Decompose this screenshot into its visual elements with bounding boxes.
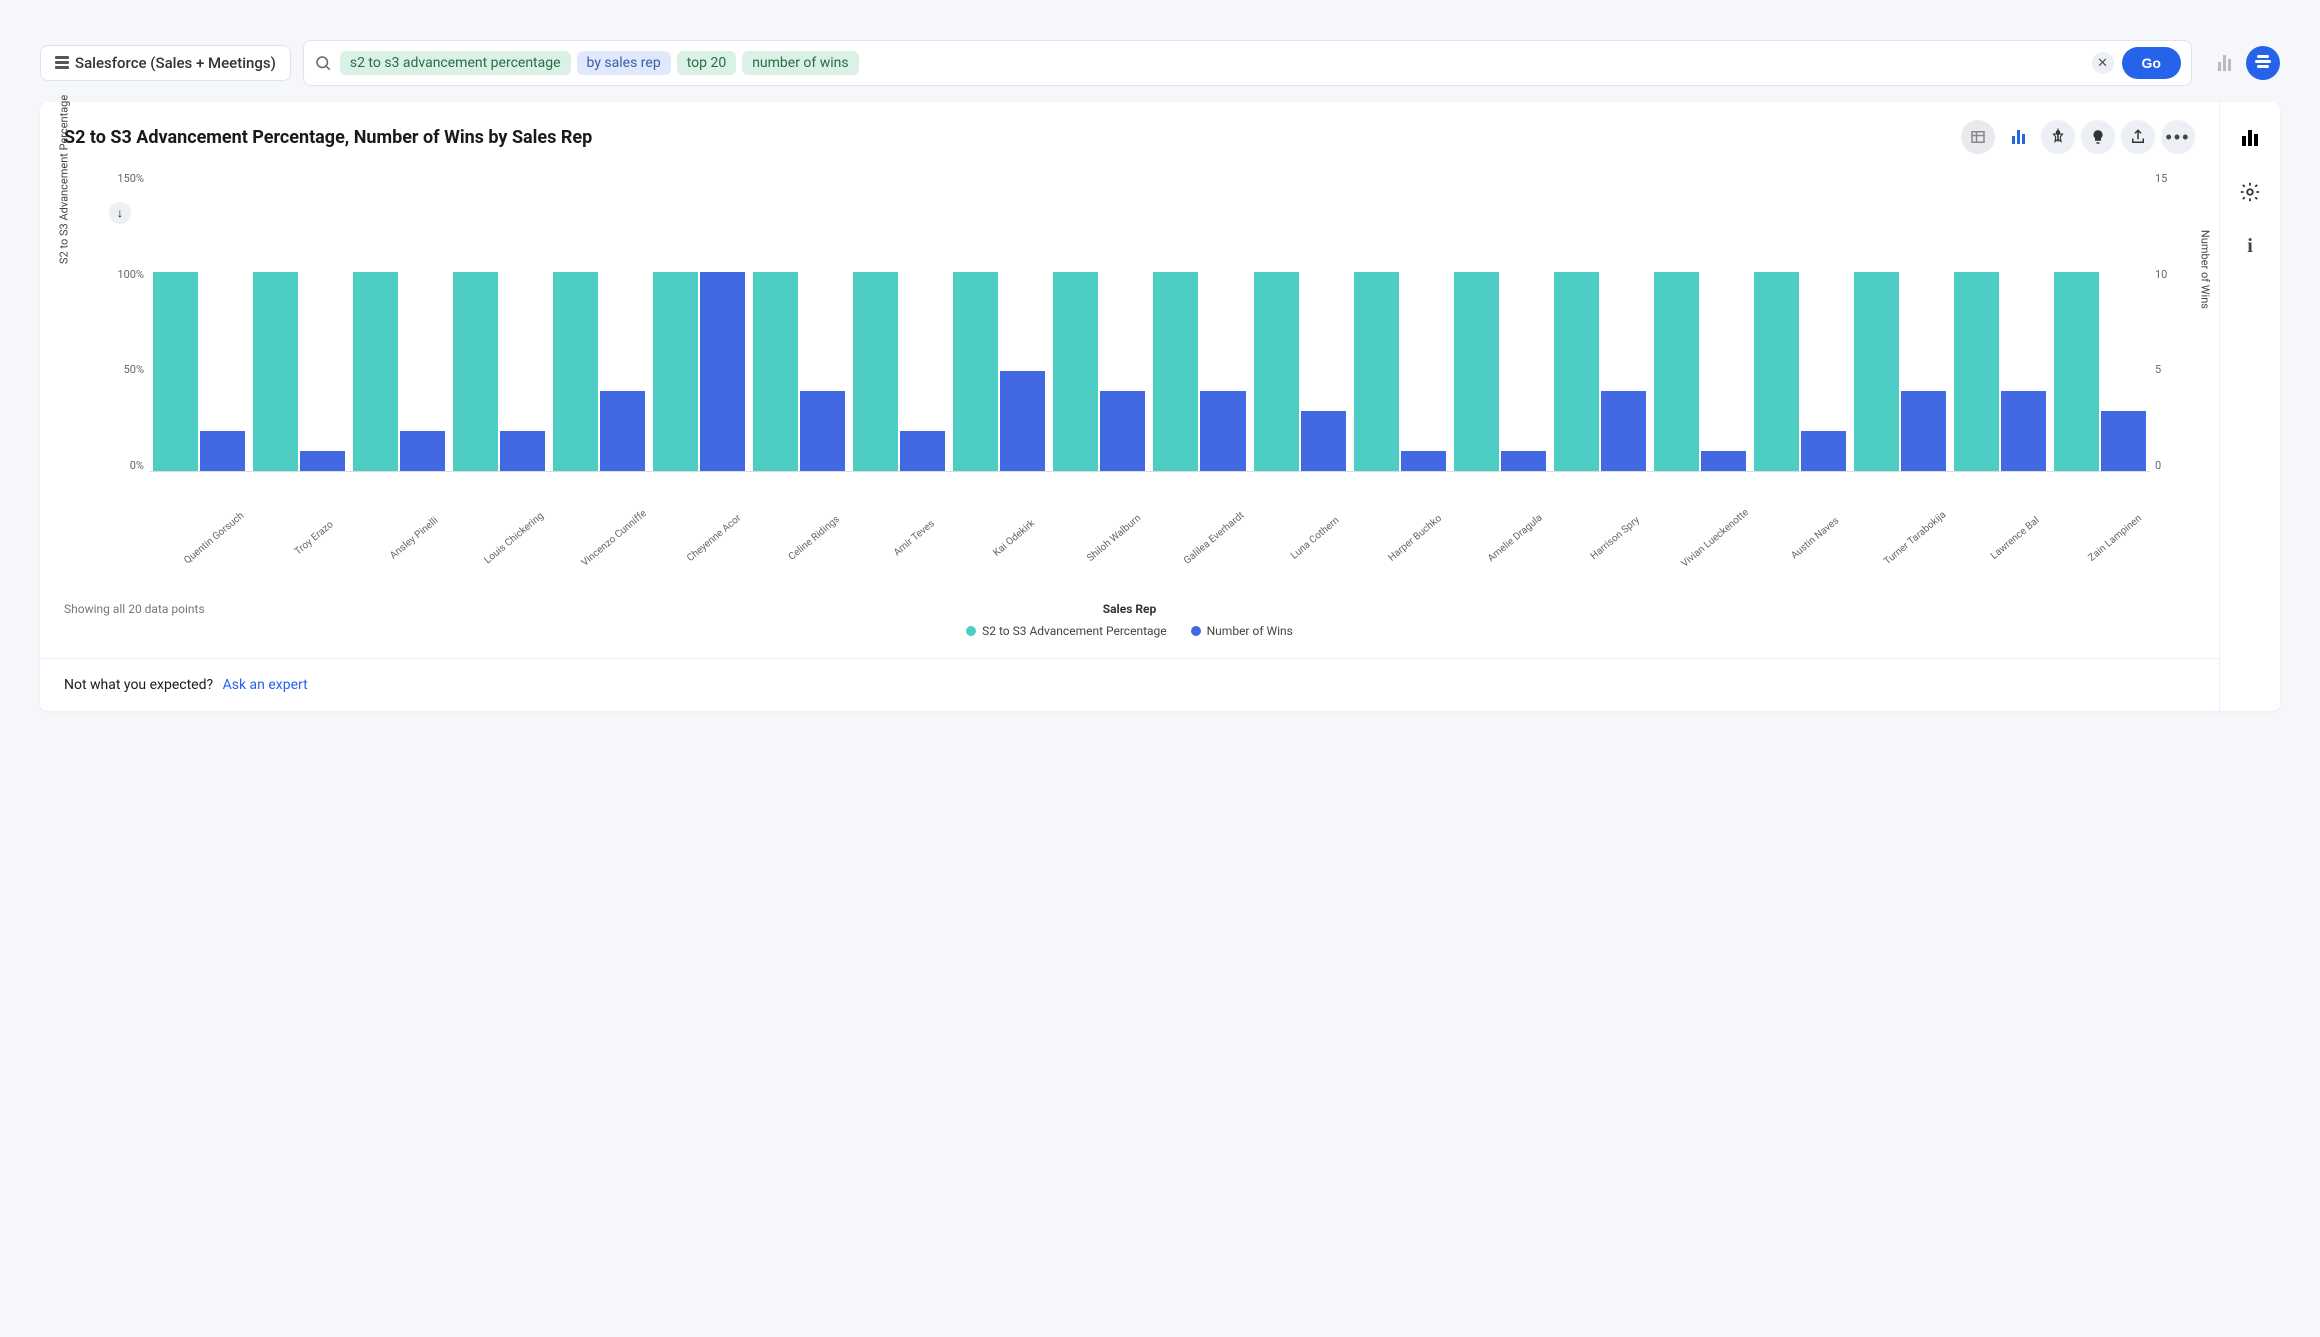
legend-swatch-icon bbox=[1191, 626, 1201, 636]
y2-ticks: 151050 bbox=[2155, 172, 2195, 472]
chart-mini-icon[interactable] bbox=[2212, 51, 2236, 75]
sidebar-chart-button[interactable] bbox=[2232, 120, 2268, 156]
right-sidebar: i bbox=[2220, 102, 2280, 711]
share-button[interactable] bbox=[2121, 120, 2155, 154]
bar-group[interactable] bbox=[1250, 172, 1350, 471]
gear-icon bbox=[2239, 181, 2261, 203]
bar-group[interactable] bbox=[149, 172, 249, 471]
search-pills: s2 to s3 advancement percentageby sales … bbox=[340, 51, 859, 75]
bar-group[interactable] bbox=[449, 172, 549, 471]
bar-group[interactable] bbox=[549, 172, 649, 471]
chart-card: S2 to S3 Advancement Percentage, Number … bbox=[40, 102, 2220, 711]
pin-icon bbox=[2049, 128, 2067, 146]
footer-prompt: Not what you expected? bbox=[64, 677, 213, 693]
sidebar-settings-button[interactable] bbox=[2232, 174, 2268, 210]
search-pill[interactable]: s2 to s3 advancement percentage bbox=[340, 51, 571, 75]
search-bar[interactable]: s2 to s3 advancement percentageby sales … bbox=[303, 40, 2192, 86]
go-button[interactable]: Go bbox=[2122, 47, 2181, 79]
bar-chart-icon bbox=[2242, 130, 2258, 146]
data-source-label: Salesforce (Sales + Meetings) bbox=[75, 54, 276, 72]
sidebar-info-button[interactable]: i bbox=[2232, 228, 2268, 264]
close-icon: ✕ bbox=[2097, 55, 2108, 71]
insight-button[interactable] bbox=[2081, 120, 2115, 154]
search-icon bbox=[314, 54, 332, 72]
bar-chart-icon bbox=[2012, 130, 2025, 144]
legend-item: S2 to S3 Advancement Percentage bbox=[966, 624, 1167, 638]
lightbulb-icon bbox=[2089, 128, 2107, 146]
table-icon bbox=[1969, 128, 1987, 146]
info-icon: i bbox=[2247, 235, 2253, 258]
x-axis-title: Sales Rep bbox=[1103, 602, 1157, 616]
menu-icon bbox=[2255, 55, 2271, 71]
y1-ticks: 150%100%50%0% bbox=[94, 172, 144, 472]
data-count-label: Showing all 20 data points bbox=[64, 602, 205, 616]
search-pill[interactable]: number of wins bbox=[742, 51, 858, 75]
chart-plot bbox=[149, 172, 2150, 472]
user-avatar[interactable] bbox=[2246, 46, 2280, 80]
clear-search-button[interactable]: ✕ bbox=[2092, 52, 2114, 74]
topbar-right bbox=[2212, 46, 2280, 80]
pin-button[interactable] bbox=[2041, 120, 2075, 154]
search-pill[interactable]: top 20 bbox=[677, 51, 737, 75]
bar-group[interactable] bbox=[1350, 172, 1450, 471]
bar-group[interactable] bbox=[949, 172, 1049, 471]
database-icon bbox=[55, 56, 69, 70]
y1-axis-label: S2 to S3 Advancement Percentage bbox=[58, 95, 71, 264]
topbar: Salesforce (Sales + Meetings) s2 to s3 a… bbox=[40, 40, 2280, 86]
bar-group[interactable] bbox=[649, 172, 749, 471]
legend-item: Number of Wins bbox=[1191, 624, 1293, 638]
data-source-selector[interactable]: Salesforce (Sales + Meetings) bbox=[40, 45, 291, 81]
legend-swatch-icon bbox=[966, 626, 976, 636]
bar-group[interactable] bbox=[1149, 172, 1249, 471]
bar-group[interactable] bbox=[849, 172, 949, 471]
chart-area: ↓ S2 to S3 Advancement Percentage Number… bbox=[64, 172, 2195, 512]
bar-group[interactable] bbox=[1650, 172, 1750, 471]
chart-toolbar: ••• bbox=[1961, 120, 2195, 154]
chart-body: ↓ S2 to S3 Advancement Percentage Number… bbox=[40, 162, 2219, 658]
chart-view-button[interactable] bbox=[2001, 120, 2035, 154]
more-icon: ••• bbox=[2166, 127, 2191, 148]
search-pill[interactable]: by sales rep bbox=[577, 51, 671, 75]
bar-group[interactable] bbox=[749, 172, 849, 471]
bar-group[interactable] bbox=[1450, 172, 1550, 471]
bar-group[interactable] bbox=[2050, 172, 2150, 471]
more-button[interactable]: ••• bbox=[2161, 120, 2195, 154]
bar-group[interactable] bbox=[249, 172, 349, 471]
y2-axis-label: Number of Wins bbox=[2199, 230, 2212, 309]
bar-group[interactable] bbox=[1950, 172, 2050, 471]
card-footer: Not what you expected? Ask an expert bbox=[40, 658, 2219, 711]
share-icon bbox=[2129, 128, 2147, 146]
table-view-button[interactable] bbox=[1961, 120, 1995, 154]
main-content: S2 to S3 Advancement Percentage, Number … bbox=[40, 102, 2280, 711]
bar-group[interactable] bbox=[1049, 172, 1149, 471]
chart-title: S2 to S3 Advancement Percentage, Number … bbox=[64, 127, 592, 148]
bar-group[interactable] bbox=[1550, 172, 1650, 471]
ask-expert-link[interactable]: Ask an expert bbox=[223, 677, 308, 693]
bar-group[interactable] bbox=[1850, 172, 1950, 471]
bar-group[interactable] bbox=[1750, 172, 1850, 471]
x-axis-labels: Quentin GorsuchTroy ErazoAnsley PinelliL… bbox=[149, 492, 2150, 582]
chart-legend: S2 to S3 Advancement Percentage Number o… bbox=[966, 624, 1293, 638]
bar-group[interactable] bbox=[349, 172, 449, 471]
